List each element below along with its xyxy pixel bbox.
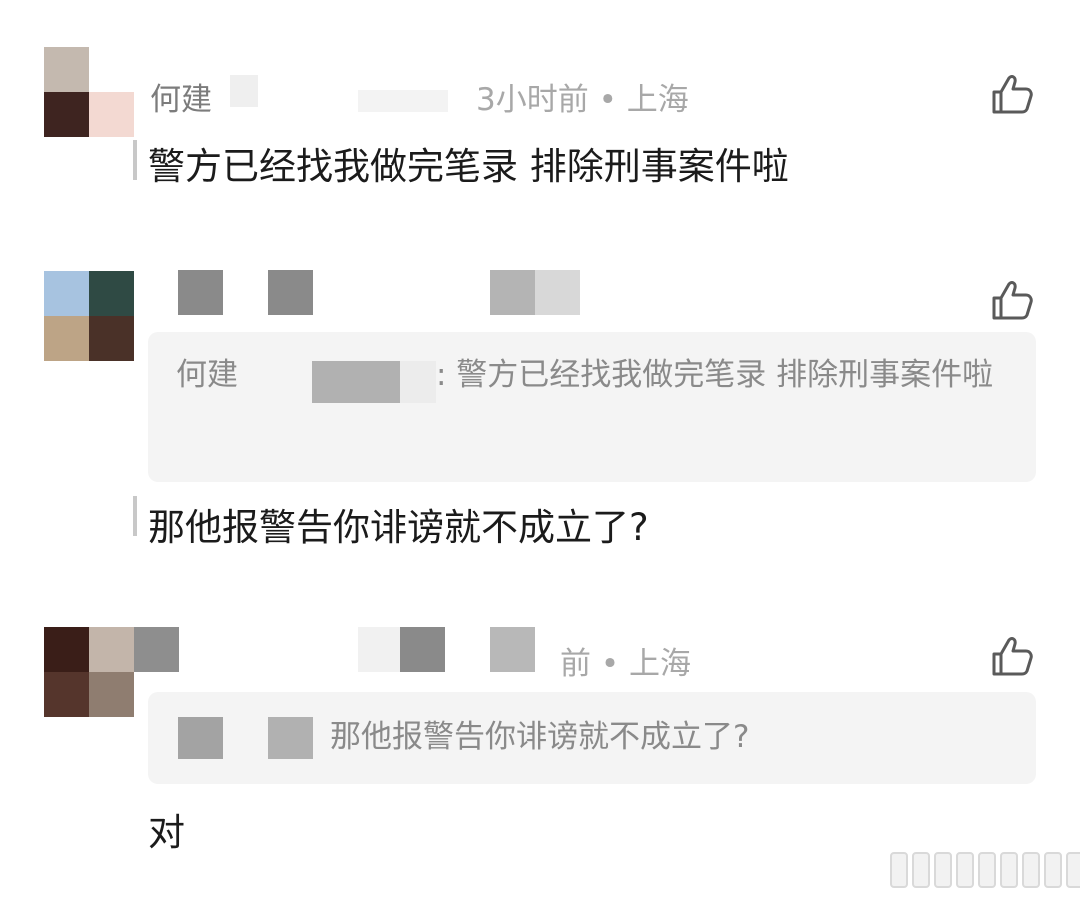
mosaic-block — [490, 627, 535, 672]
mosaic-block — [312, 361, 400, 403]
mosaic-block — [134, 627, 179, 672]
mosaic-block — [358, 90, 448, 112]
mosaic-block — [268, 270, 313, 315]
mosaic-block — [400, 361, 436, 403]
mosaic-block — [268, 717, 313, 759]
quote-author: 何建 — [176, 357, 238, 393]
mosaic-block — [400, 627, 445, 672]
mosaic-block — [178, 270, 223, 315]
mosaic-block — [358, 627, 400, 672]
mosaic-block — [535, 270, 580, 315]
edge-mark — [133, 496, 137, 536]
comment-text: 那他报警告你诽谤就不成立了? — [148, 506, 649, 549]
comment-text: 警方已经找我做完笔录 排除刑事案件啦 — [148, 145, 789, 188]
quote-text: : 警方已经找我做完笔录 排除刑事案件啦 — [436, 357, 994, 393]
mosaic-block — [178, 717, 223, 759]
quoted-comment[interactable]: 那他报警告你诽谤就不成立了? — [148, 692, 1036, 784]
comment-time-location: 3小时前 • 上海 — [476, 82, 689, 118]
avatar[interactable] — [44, 627, 134, 717]
watermark-strip — [890, 852, 1080, 888]
thumbs-up-icon[interactable] — [990, 72, 1034, 116]
quoted-comment[interactable]: 何建 : 警方已经找我做完笔录 排除刑事案件啦 — [148, 332, 1036, 482]
mosaic-block — [490, 270, 535, 315]
quote-text: 那他报警告你诽谤就不成立了? — [330, 719, 750, 755]
thumbs-up-icon[interactable] — [990, 634, 1034, 678]
edge-mark — [133, 140, 137, 180]
thumbs-up-icon[interactable] — [990, 278, 1034, 322]
mosaic-block — [230, 75, 258, 107]
comment-meta: 何建 — [150, 74, 212, 119]
comment-item: 何建 : 警方已经找我做完笔录 排除刑事案件啦 那他报警告你诽谤就不成立了? — [0, 240, 1080, 600]
avatar[interactable] — [44, 47, 134, 137]
avatar[interactable] — [44, 271, 134, 361]
author-name[interactable]: 何建 — [150, 82, 212, 118]
comment-item: 何建 3小时前 • 上海 警方已经找我做完笔录 排除刑事案件啦 — [0, 0, 1080, 240]
comment-text: 对 — [148, 811, 185, 854]
comment-time-location: 前 • 上海 — [560, 646, 691, 682]
